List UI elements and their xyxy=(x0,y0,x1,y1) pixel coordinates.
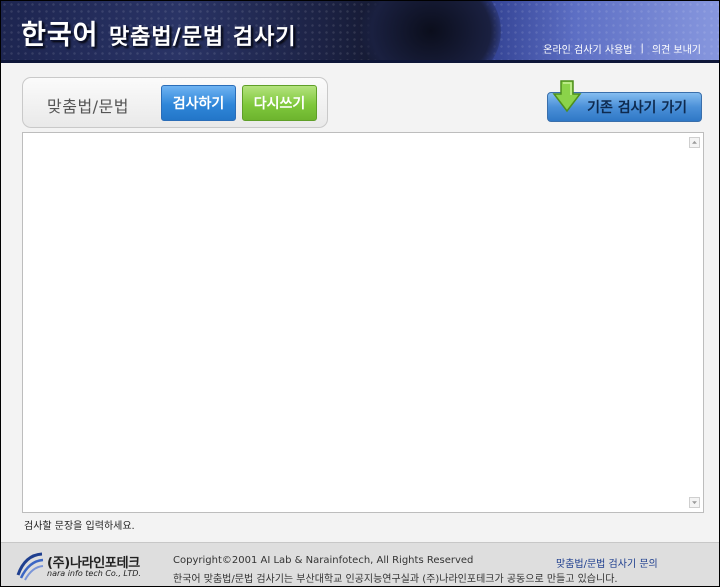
check-button[interactable]: 검사하기 xyxy=(161,85,236,121)
title-prefix: 한국어 xyxy=(21,20,99,51)
scroll-down-icon[interactable] xyxy=(689,497,700,508)
footer: (주)나라인포테크 nara info tech Co., LTD. Copyr… xyxy=(1,542,719,586)
header-decoration xyxy=(361,1,501,63)
usage-guide-link[interactable]: 온라인 검사기 사용법 xyxy=(543,41,632,56)
scroll-up-icon[interactable] xyxy=(689,137,700,148)
inquiry-link[interactable]: 맞춤법/문법 검사기 문의 xyxy=(556,555,658,570)
footer-description: 한국어 맞춤법/문법 검사기는 부산대학교 인공지능연구실과 (주)나라인포테크… xyxy=(173,574,618,585)
link-separator: | xyxy=(640,43,644,54)
arrow-down-icon xyxy=(552,80,582,113)
header-banner: 한국어 맞춤법/문법 검사기 온라인 검사기 사용법 | 의견 보내기 xyxy=(1,1,719,63)
old-checker-label: 기존 검사기 가기 xyxy=(587,100,687,116)
checker-mode-label: 맞춤법/문법 xyxy=(47,97,129,116)
control-panel: 맞춤법/문법 검사하기 다시쓰기 xyxy=(22,77,328,128)
reset-button[interactable]: 다시쓰기 xyxy=(242,85,317,121)
company-logo: (주)나라인포테크 nara info tech Co., LTD. xyxy=(15,551,155,581)
copyright-text: Copyright©2001 AI Lab & Narainfotech, Al… xyxy=(173,555,474,566)
input-hint: 검사할 문장을 입력하세요. xyxy=(24,521,135,532)
header-divider xyxy=(1,60,719,63)
logo-subtitle: nara info tech Co., LTD. xyxy=(47,569,141,578)
logo-mark-icon xyxy=(16,552,44,581)
app-window: 한국어 맞춤법/문법 검사기 온라인 검사기 사용법 | 의견 보내기 맞춤법/… xyxy=(1,1,719,586)
page-title: 한국어 맞춤법/문법 검사기 xyxy=(21,13,297,52)
top-links: 온라인 검사기 사용법 | 의견 보내기 xyxy=(543,41,701,56)
title-suffix: 맞춤법/문법 검사기 xyxy=(108,25,297,50)
text-input-area[interactable] xyxy=(22,132,704,513)
send-feedback-link[interactable]: 의견 보내기 xyxy=(652,41,701,56)
